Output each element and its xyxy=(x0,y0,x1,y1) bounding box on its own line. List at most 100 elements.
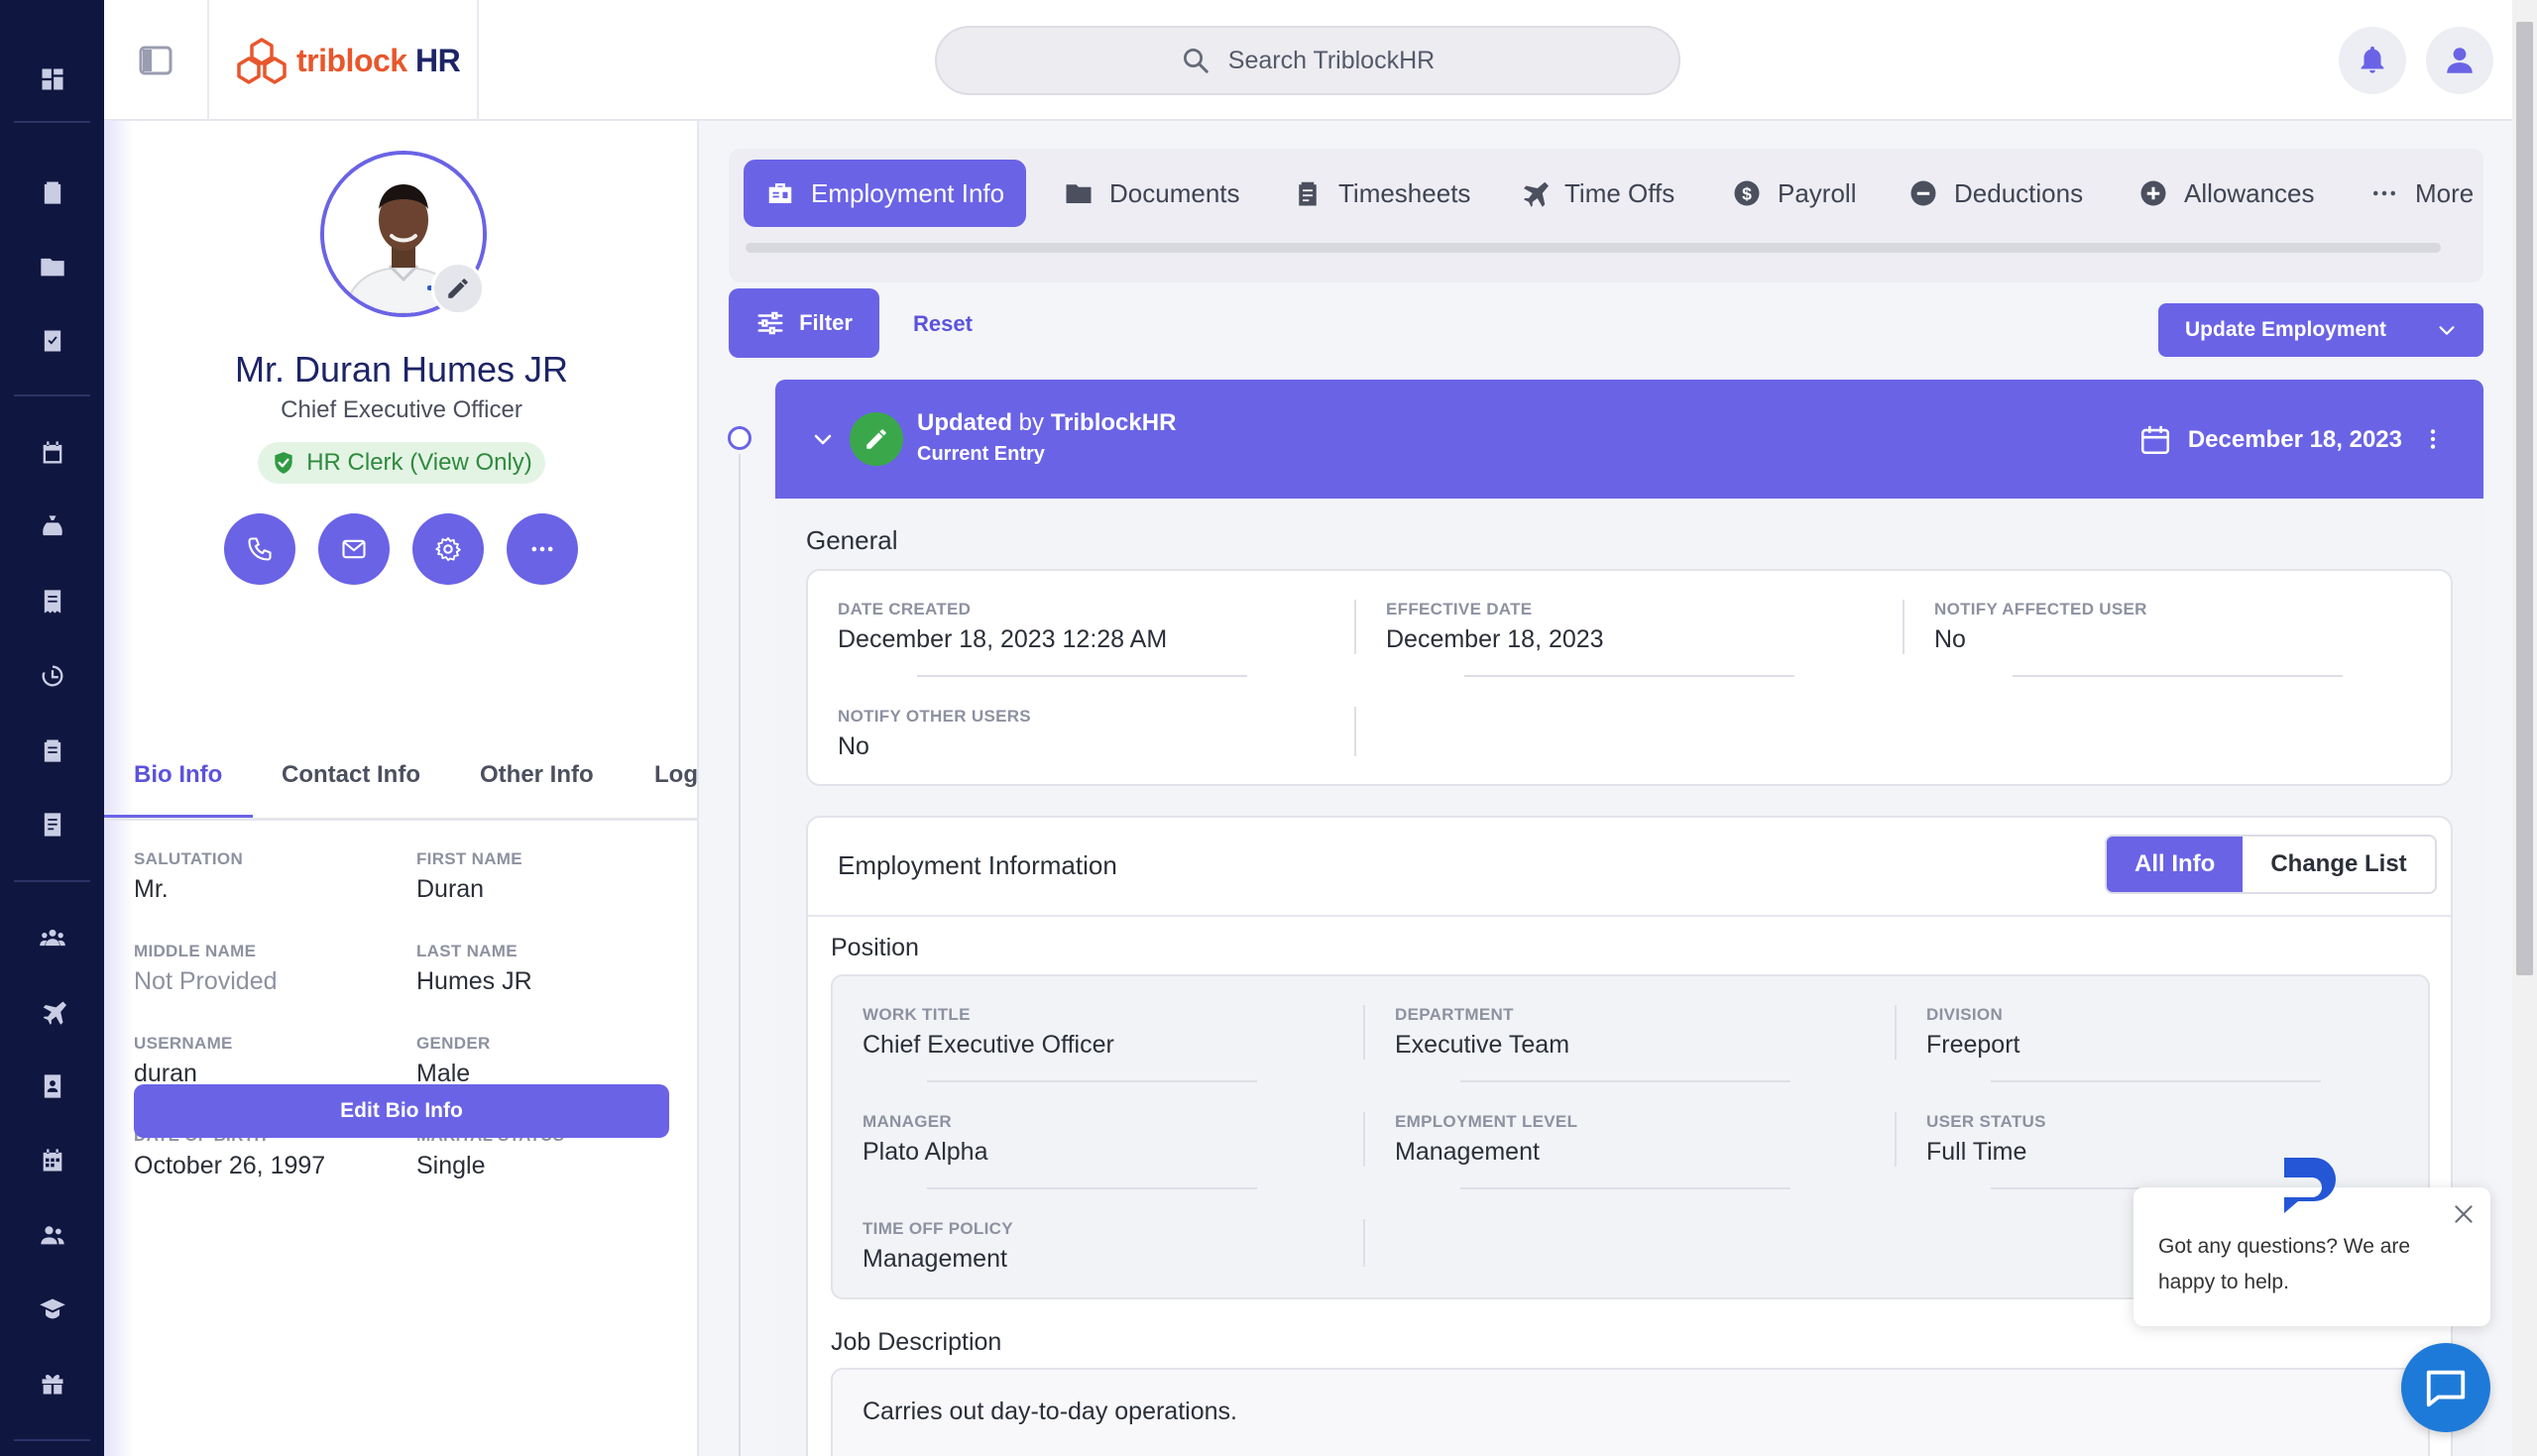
document-icon[interactable] xyxy=(0,795,104,854)
calendar-icon xyxy=(2140,425,2169,455)
report-icon[interactable] xyxy=(0,721,104,780)
edit-avatar-button[interactable] xyxy=(431,262,485,315)
profile-panel: Mr. Duran Humes JR Chief Executive Offic… xyxy=(104,121,699,1456)
user-menu-button[interactable] xyxy=(2426,27,2493,94)
tab-employment-info[interactable]: Employment Info xyxy=(744,160,1027,227)
history-clock-icon[interactable] xyxy=(0,646,104,706)
tab-bio-info[interactable]: Bio Info xyxy=(134,761,222,789)
plus-circle-icon xyxy=(2140,180,2166,206)
more-actions-button[interactable] xyxy=(507,513,578,585)
top-bar: triblock HR Search TriblockHR xyxy=(104,0,2512,121)
email-button[interactable] xyxy=(318,513,390,585)
field-underline xyxy=(2013,675,2343,677)
field-employment-level: EMPLOYMENT LEVEL Management xyxy=(1395,1112,1578,1166)
close-icon[interactable] xyxy=(2451,1201,2477,1227)
field-department: DEPARTMENT Executive Team xyxy=(1395,1005,1570,1059)
field-user-status: USER STATUS Full Time xyxy=(1926,1112,2046,1166)
profile-tabs: Bio Info Contact Info Other Info Log xyxy=(104,743,699,821)
brand-logo[interactable]: triblock HR xyxy=(211,0,479,121)
edit-bio-info-button[interactable]: Edit Bio Info xyxy=(134,1084,669,1138)
shield-check-icon xyxy=(275,452,292,474)
folder-icon[interactable] xyxy=(0,237,104,296)
rail-divider xyxy=(14,121,90,123)
update-employment-button[interactable]: Update Employment xyxy=(2158,303,2483,357)
contacts-icon[interactable] xyxy=(0,1057,104,1116)
bell-icon xyxy=(2361,46,2384,73)
graduation-icon[interactable] xyxy=(0,1280,104,1339)
sidebar-toggle-button[interactable] xyxy=(104,0,209,121)
brand-name: triblock HR xyxy=(296,42,461,78)
role-badge: HR Clerk (View Only) xyxy=(258,442,545,484)
call-button[interactable] xyxy=(224,513,295,585)
money-bag-icon[interactable] xyxy=(0,498,104,557)
receipt-icon[interactable] xyxy=(0,572,104,631)
tab-timesheets[interactable]: Timesheets xyxy=(1293,160,1470,227)
field-last-name: LAST NAME Humes JR xyxy=(416,942,532,995)
entry-title: Updated by TriblockHR xyxy=(917,409,1177,436)
filter-button[interactable]: Filter xyxy=(729,288,879,358)
calendar-grid-icon[interactable] xyxy=(0,1131,104,1190)
profile-name: Mr. Duran Humes JR xyxy=(234,349,569,390)
ellipsis-icon xyxy=(531,546,553,552)
settings-button[interactable] xyxy=(412,513,484,585)
minus-circle-icon xyxy=(1910,180,1936,206)
scrollbar-thumb[interactable] xyxy=(2516,22,2533,975)
reset-link[interactable]: Reset xyxy=(913,311,973,337)
dollar-icon: $ xyxy=(1734,180,1760,206)
svg-text:$: $ xyxy=(1742,183,1752,203)
column-divider xyxy=(1363,1112,1365,1167)
position-title: Position xyxy=(831,934,919,961)
tab-documents[interactable]: Documents xyxy=(1064,160,1240,227)
users-icon[interactable] xyxy=(0,1205,104,1265)
field-underline xyxy=(917,675,1247,677)
tab-time-offs[interactable]: Time Offs xyxy=(1519,160,1674,227)
search-icon xyxy=(1183,49,1209,73)
tab-other-info[interactable]: Other Info xyxy=(480,761,594,789)
employment-section-title: Employment Information xyxy=(838,850,1117,880)
tab-log[interactable]: Log xyxy=(654,761,698,789)
toggle-change-list[interactable]: Change List xyxy=(2243,837,2434,892)
field-underline xyxy=(1460,1080,1790,1082)
sidebar-panel-icon xyxy=(139,46,173,75)
search-bar[interactable]: Search TriblockHR xyxy=(935,26,1680,95)
tab-payroll[interactable]: $ Payroll xyxy=(1732,160,1856,227)
kebab-menu-icon[interactable] xyxy=(2420,425,2446,453)
clipboard-icon xyxy=(1299,181,1317,206)
active-tab-underline xyxy=(104,815,253,818)
calendar-icon[interactable] xyxy=(0,423,104,483)
field-underline xyxy=(1991,1080,2321,1082)
gift-icon[interactable] xyxy=(0,1354,104,1413)
field-underline xyxy=(927,1080,1257,1082)
search-placeholder: Search TriblockHR xyxy=(1227,46,1436,74)
profile-job-title: Chief Executive Officer xyxy=(281,396,522,423)
tab-contact-info[interactable]: Contact Info xyxy=(282,761,420,789)
triblock-logo-icon xyxy=(237,38,287,84)
team-icon[interactable] xyxy=(0,908,104,967)
chat-bubble-icon xyxy=(2426,1370,2466,1407)
chat-message: Got any questions? We are happy to help. xyxy=(2158,1235,2411,1293)
clipboard-icon[interactable] xyxy=(0,163,104,222)
tabs-scrollbar[interactable] xyxy=(746,243,2441,253)
toggle-all-info[interactable]: All Info xyxy=(2107,837,2244,892)
page-scrollbar[interactable] xyxy=(2512,0,2537,1456)
chevron-down-icon xyxy=(2439,326,2455,335)
notifications-button[interactable] xyxy=(2339,27,2406,94)
field-notify-affected-user: NOTIFY AFFECTED USER No xyxy=(1934,600,2147,653)
plane-icon xyxy=(1524,181,1549,207)
checklist-icon[interactable] xyxy=(0,311,104,371)
side-nav-rail xyxy=(0,0,104,1456)
field-division: DIVISION Freeport xyxy=(1926,1005,2020,1059)
role-badge-label: HR Clerk (View Only) xyxy=(306,449,532,476)
tab-more[interactable]: More xyxy=(2369,160,2474,227)
gear-icon xyxy=(435,536,461,562)
plane-icon[interactable] xyxy=(0,982,104,1042)
ellipsis-icon xyxy=(2373,190,2395,196)
chat-launcher-button[interactable] xyxy=(2401,1343,2490,1432)
column-divider xyxy=(1895,1005,1897,1060)
column-divider xyxy=(1903,600,1904,654)
field-work-title: WORK TITLE Chief Executive Officer xyxy=(863,1005,1114,1059)
tab-allowances[interactable]: Allowances xyxy=(2138,160,2315,227)
tab-deductions[interactable]: Deductions xyxy=(1908,160,2083,227)
dashboard-icon[interactable] xyxy=(0,50,104,109)
chevron-down-icon[interactable] xyxy=(811,427,835,451)
